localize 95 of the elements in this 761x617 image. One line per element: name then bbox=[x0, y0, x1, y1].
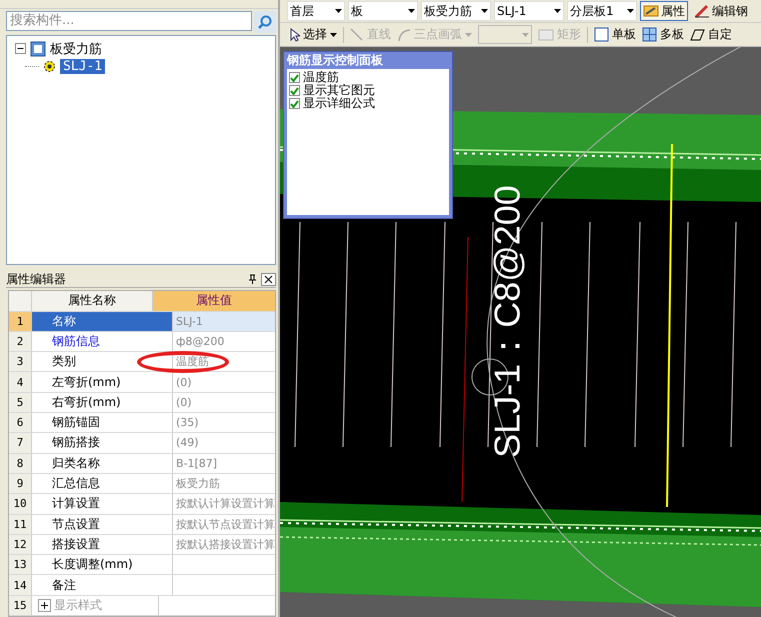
header-corner bbox=[9, 291, 31, 311]
group-label: 显示样式 bbox=[54, 596, 102, 614]
dropdown[interactable]: SLJ-1 bbox=[494, 1, 564, 21]
caret-icon bbox=[554, 9, 560, 13]
rebar-label: SLJ-1：C8@200 bbox=[486, 184, 528, 460]
cursor-icon bbox=[290, 28, 300, 42]
row-number: 14 bbox=[9, 575, 31, 595]
row-number: 10 bbox=[9, 494, 31, 514]
dropdown[interactable]: 板 bbox=[348, 1, 418, 21]
plus-icon bbox=[40, 600, 49, 610]
caret-icon bbox=[334, 9, 342, 13]
row-number: 2 bbox=[9, 332, 31, 352]
row-number: 3 bbox=[9, 352, 31, 372]
row-number: 4 bbox=[9, 372, 31, 392]
checkbox[interactable] bbox=[289, 85, 300, 96]
arc-icon bbox=[397, 28, 411, 42]
square-icon bbox=[594, 27, 609, 42]
pin-icon[interactable] bbox=[248, 274, 257, 284]
caret-icon bbox=[465, 32, 472, 36]
dropdown[interactable]: 首层 bbox=[287, 1, 345, 21]
caret-icon bbox=[408, 9, 414, 13]
property-name[interactable]: 钢筋信息 bbox=[31, 332, 172, 352]
row-number: 7 bbox=[9, 433, 31, 453]
property-value: SLJ-1 bbox=[172, 312, 275, 331]
line-icon bbox=[350, 28, 364, 42]
row-number: 12 bbox=[9, 534, 31, 554]
search-icon bbox=[257, 14, 273, 30]
row-number: 15 bbox=[9, 596, 31, 615]
property-value: B-1[87] bbox=[172, 454, 275, 473]
property-value: 温度筋 bbox=[172, 352, 275, 372]
collapse-icon[interactable] bbox=[15, 43, 26, 54]
dropdown[interactable]: 板受力筋 bbox=[421, 1, 491, 21]
row-number: 5 bbox=[9, 392, 31, 412]
property-name[interactable]: 长度调整(mm) bbox=[31, 555, 172, 574]
property-name[interactable]: 备注 bbox=[31, 575, 172, 595]
tree-item[interactable]: 板受力筋 bbox=[50, 40, 102, 58]
toolbar-button[interactable]: 多板 bbox=[642, 26, 684, 43]
property-name[interactable]: 右弯折(mm) bbox=[31, 392, 172, 412]
row-number: 11 bbox=[9, 514, 31, 534]
property-value: 按默认计算设置计算 bbox=[172, 494, 275, 514]
grid-icon bbox=[642, 27, 657, 42]
checkbox-label: 显示详细公式 bbox=[303, 96, 375, 112]
property-name[interactable]: 钢筋锚固 bbox=[31, 413, 172, 432]
toolbar-button[interactable]: 编辑钢 bbox=[691, 1, 751, 21]
checkbox[interactable] bbox=[289, 72, 300, 83]
parallelogram-icon bbox=[690, 28, 705, 42]
checkbox-label: 温度筋 bbox=[303, 69, 339, 84]
property-name[interactable]: 搭接设置 bbox=[31, 534, 172, 554]
toolbar-button[interactable]: 单板 bbox=[594, 26, 636, 43]
toolbar-button[interactable]: 属性 bbox=[640, 1, 688, 21]
property-name[interactable]: 类别 bbox=[31, 352, 172, 372]
properties-icon bbox=[643, 4, 659, 18]
pencil-icon bbox=[694, 4, 710, 18]
toolbar-button[interactable]: 选择 bbox=[290, 26, 337, 43]
property-value: 按默认搭接设置计算 bbox=[172, 534, 275, 554]
property-name[interactable]: 名称 bbox=[31, 312, 172, 331]
search-field[interactable]: 搜索构件... bbox=[6, 10, 252, 31]
caret-icon bbox=[330, 32, 337, 36]
column-header: 属性值 bbox=[152, 291, 275, 311]
dropdown[interactable]: 分层板1 bbox=[567, 1, 637, 21]
property-name[interactable]: 汇总信息 bbox=[31, 474, 172, 494]
toolbar-button[interactable]: 自定 bbox=[690, 26, 732, 43]
row-number: 9 bbox=[9, 474, 31, 494]
close-icon bbox=[264, 274, 273, 284]
property-value: (0) bbox=[172, 392, 275, 412]
property-name[interactable]: 计算设置 bbox=[31, 494, 172, 514]
column-header: 属性名称 bbox=[31, 291, 152, 311]
caret-icon bbox=[626, 9, 634, 13]
checkbox[interactable] bbox=[289, 98, 300, 109]
panel-title: 属性编辑器 bbox=[6, 270, 67, 288]
tree-item[interactable]: SLJ-1 bbox=[60, 59, 106, 74]
property-value: 板受力筋 bbox=[172, 474, 275, 494]
property-name[interactable]: 节点设置 bbox=[31, 514, 172, 534]
search-button[interactable] bbox=[254, 10, 276, 33]
expand-icon[interactable] bbox=[38, 598, 51, 612]
property-value: ф8@200 bbox=[172, 332, 275, 352]
property-value: (0) bbox=[172, 372, 275, 392]
property-name[interactable]: 左弯折(mm) bbox=[31, 372, 172, 392]
property-name[interactable]: 归类名称 bbox=[31, 454, 172, 473]
property-value: (35) bbox=[172, 413, 275, 432]
rectangle-icon bbox=[538, 28, 554, 40]
checkbox-label: 显示其它图元 bbox=[303, 82, 375, 97]
caret-icon bbox=[522, 32, 528, 36]
row-number: 1 bbox=[9, 312, 31, 331]
property-value: 按默认节点设置计算 bbox=[172, 514, 275, 534]
row-number: 8 bbox=[9, 454, 31, 473]
property-name[interactable]: 钢筋搭接 bbox=[31, 433, 172, 453]
gear-icon bbox=[43, 60, 56, 74]
folder-grid-icon bbox=[30, 40, 46, 57]
row-number: 13 bbox=[9, 555, 31, 574]
property-value: (49) bbox=[172, 433, 275, 453]
close-button[interactable] bbox=[261, 272, 276, 286]
caret-icon bbox=[480, 9, 488, 13]
panel-title: 钢筋显示控制面板 bbox=[287, 52, 384, 69]
row-number: 6 bbox=[9, 413, 31, 432]
